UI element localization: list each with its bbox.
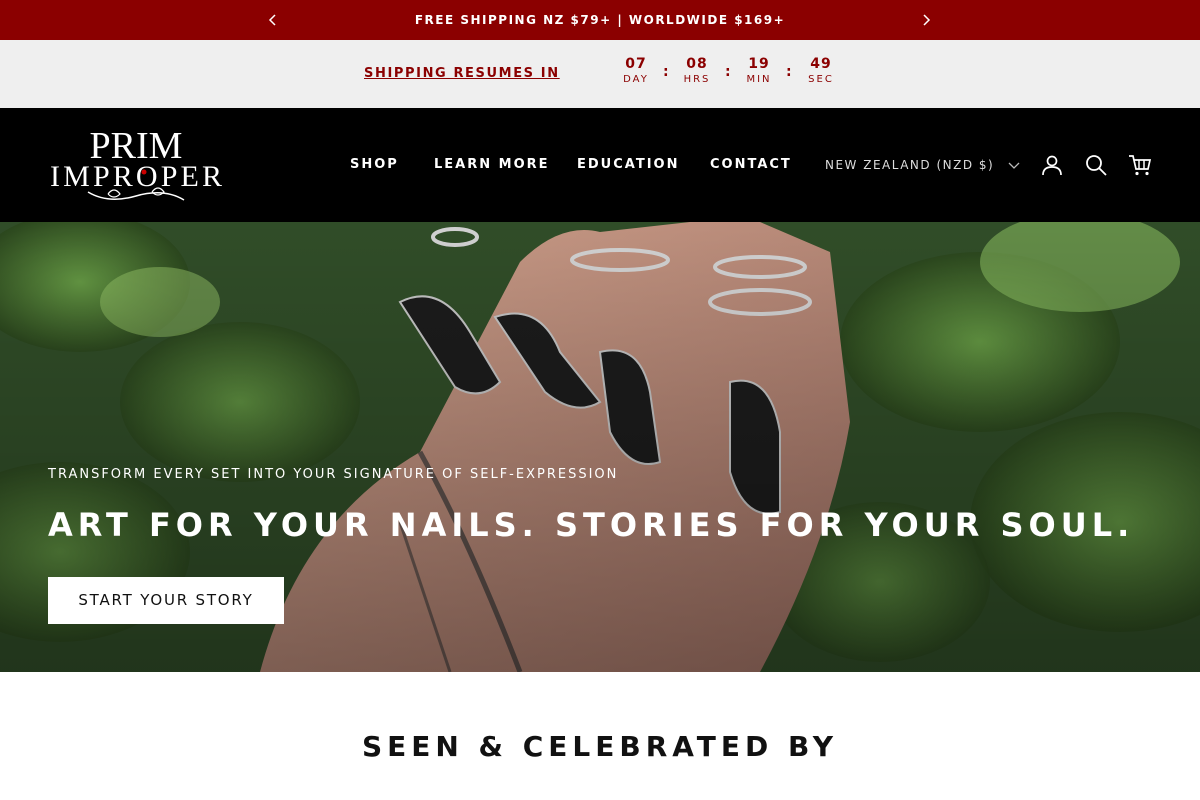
countdown-separator: : [786, 64, 792, 80]
announcement-text: FREE SHIPPING NZ $79+ | WORLDWIDE $169+ [414, 13, 786, 27]
logo-mark: PRIM IMPROPER [50, 125, 222, 201]
hero-title: ART FOR YOUR NAILS. STORIES FOR YOUR SOU… [48, 506, 1135, 544]
countdown-days-value: 07 [625, 56, 647, 72]
brand-logo[interactable]: PRIM IMPROPER [48, 125, 224, 204]
site-header: PRIM IMPROPER SHOP LEARN MORE EDUCATION … [0, 108, 1200, 222]
currency-label: NEW ZEALAND (NZD $) [825, 158, 995, 172]
cart-icon[interactable] [1128, 153, 1152, 177]
countdown-seconds-value: 49 [810, 56, 832, 72]
logo-line-2: IMPROPER [50, 160, 222, 193]
countdown-timer: 07 DAY : 08 HRS : 19 MIN : 49 SEC [614, 56, 844, 96]
nav-contact[interactable]: CONTACT [710, 157, 792, 172]
currency-selector[interactable]: NEW ZEALAND (NZD $) [825, 158, 1020, 173]
countdown-bar: SHIPPING RESUMES IN 07 DAY : 08 HRS : 19… [0, 40, 1200, 108]
countdown-seconds: 49 SEC [799, 56, 843, 85]
nav-education[interactable]: EDUCATION [577, 157, 679, 172]
nav-shop[interactable]: SHOP [350, 157, 399, 172]
countdown-minutes-value: 19 [748, 56, 770, 72]
hero-banner: TRANSFORM EVERY SET INTO YOUR SIGNATURE … [0, 222, 1200, 672]
countdown-separator: : [663, 64, 669, 80]
nav-learn-more[interactable]: LEARN MORE [434, 157, 550, 172]
account-icon[interactable] [1040, 153, 1064, 177]
countdown-hours-label: HRS [683, 74, 711, 85]
shipping-resumes-link[interactable]: SHIPPING RESUMES IN [364, 66, 560, 81]
hero-subtitle: TRANSFORM EVERY SET INTO YOUR SIGNATURE … [48, 467, 619, 482]
search-icon[interactable] [1084, 153, 1108, 177]
announcement-bar: FREE SHIPPING NZ $79+ | WORLDWIDE $169+ [0, 0, 1200, 40]
press-section-heading: SEEN & CELEBRATED BY [361, 730, 839, 763]
next-announcement-button[interactable] [916, 10, 936, 30]
countdown-days-label: DAY [623, 74, 649, 85]
countdown-minutes-label: MIN [746, 74, 772, 85]
chevron-right-icon [923, 14, 931, 26]
chevron-down-icon [1008, 159, 1020, 173]
start-your-story-button[interactable]: START YOUR STORY [48, 577, 284, 624]
countdown-hours-value: 08 [686, 56, 708, 72]
countdown-days: 07 DAY [614, 56, 658, 85]
countdown-seconds-label: SEC [808, 74, 834, 85]
countdown-hours: 08 HRS [675, 56, 719, 85]
countdown-minutes: 19 MIN [737, 56, 781, 85]
countdown-separator: : [725, 64, 731, 80]
